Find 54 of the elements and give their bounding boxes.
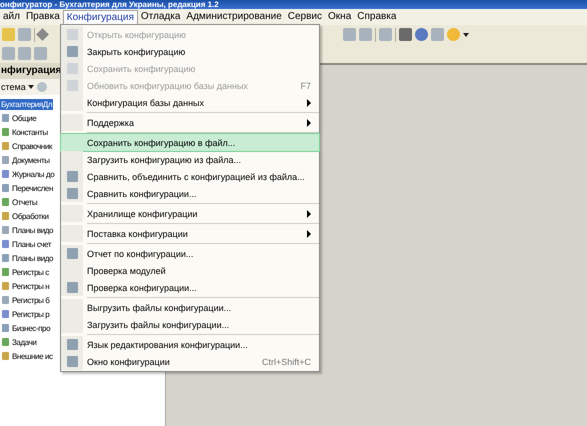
menu-item[interactable]: Окно конфигурации Ctrl+Shift+C — [61, 353, 319, 370]
caret-icon[interactable] — [463, 32, 469, 36]
menu-item[interactable]: Конфигурация — [62, 10, 138, 24]
menu-item[interactable]: Администрирование — [183, 10, 285, 24]
menu-item[interactable]: Сервис — [284, 10, 326, 24]
menu-item[interactable]: Конфигурация базы данных — [61, 94, 319, 111]
submenu-arrow-icon — [307, 210, 311, 218]
menu-item[interactable]: айл — [0, 10, 23, 24]
menu-item[interactable]: Правка — [22, 10, 63, 24]
menu-item[interactable]: Сравнить конфигурации... — [61, 185, 319, 202]
menu-item[interactable]: Загрузить конфигурацию из файла... — [61, 151, 319, 168]
tree-item[interactable]: Общие — [11, 112, 38, 124]
menu-item[interactable]: Отладка — [138, 10, 184, 24]
menu-item[interactable]: Закрыть конфигурацию — [61, 43, 319, 60]
menu-item[interactable]: Сохранить конфигурацию в файл... — [61, 134, 319, 151]
submenu-arrow-icon — [307, 98, 311, 106]
tree-item[interactable]: Обработки — [11, 210, 50, 222]
actions-dropdown[interactable]: стема — [0, 82, 27, 92]
window-title: онфигуратор - Бухгалтерия для Украины, редакция 1.2 — [0, 0, 219, 9]
tree-item[interactable]: Задачи — [11, 336, 38, 348]
menu-item[interactable]: Проверка конфигурации... — [61, 279, 319, 296]
menu-item[interactable]: Отчет по конфигурации... — [61, 245, 319, 262]
tree-item[interactable]: Регистры н — [11, 280, 50, 292]
toolbar-icon[interactable] — [343, 28, 356, 41]
menu-item[interactable]: Окна — [325, 10, 354, 24]
tree-item[interactable]: Отчеты — [11, 196, 38, 208]
menu-item[interactable]: Поставка конфигурации — [61, 225, 319, 242]
toolbar-icon[interactable] — [359, 28, 372, 41]
menu-item[interactable]: Выгрузить файлы конфигурации... — [61, 299, 319, 316]
tree-item[interactable]: БухгалтерияДл — [0, 98, 54, 110]
tree-item[interactable]: Перечислен — [11, 182, 54, 194]
tree-item[interactable]: Регистры б — [11, 294, 50, 306]
tree-item[interactable]: Планы видо — [11, 224, 54, 236]
menu-item[interactable]: Сравнить, объединить с конфигурацией из файла... — [61, 168, 319, 185]
tree-item[interactable]: Константы — [11, 126, 49, 138]
tree-item[interactable]: Регистры р — [11, 308, 50, 320]
tree-item[interactable]: Журналы до — [11, 168, 56, 180]
tree-item[interactable]: Планы счет — [11, 238, 52, 250]
tree-item[interactable]: Бизнес-про — [11, 322, 52, 334]
caret-icon[interactable] — [28, 85, 34, 89]
menu-item[interactable]: Язык редактирования конфигурации... — [61, 336, 319, 353]
tree-item[interactable]: Внешние ис — [11, 350, 54, 362]
submenu-arrow-icon — [307, 118, 311, 126]
tree-item[interactable]: Планы видо — [11, 252, 54, 264]
submenu-arrow-icon — [307, 230, 311, 238]
tree-item[interactable]: Справочник — [11, 140, 53, 152]
tree-item[interactable]: Документы — [11, 154, 51, 166]
menu-item[interactable]: Загрузить файлы конфигурации... — [61, 316, 319, 333]
tree-item[interactable]: Регистры с — [11, 266, 50, 278]
menu-item[interactable]: Хранилище конфигурации — [61, 205, 319, 222]
menu-item[interactable]: Поддержка — [61, 114, 319, 131]
menu-item[interactable]: Справка — [354, 10, 400, 24]
toolbar-icon[interactable] — [2, 47, 15, 60]
menu-item[interactable]: Проверка модулей — [61, 262, 319, 279]
